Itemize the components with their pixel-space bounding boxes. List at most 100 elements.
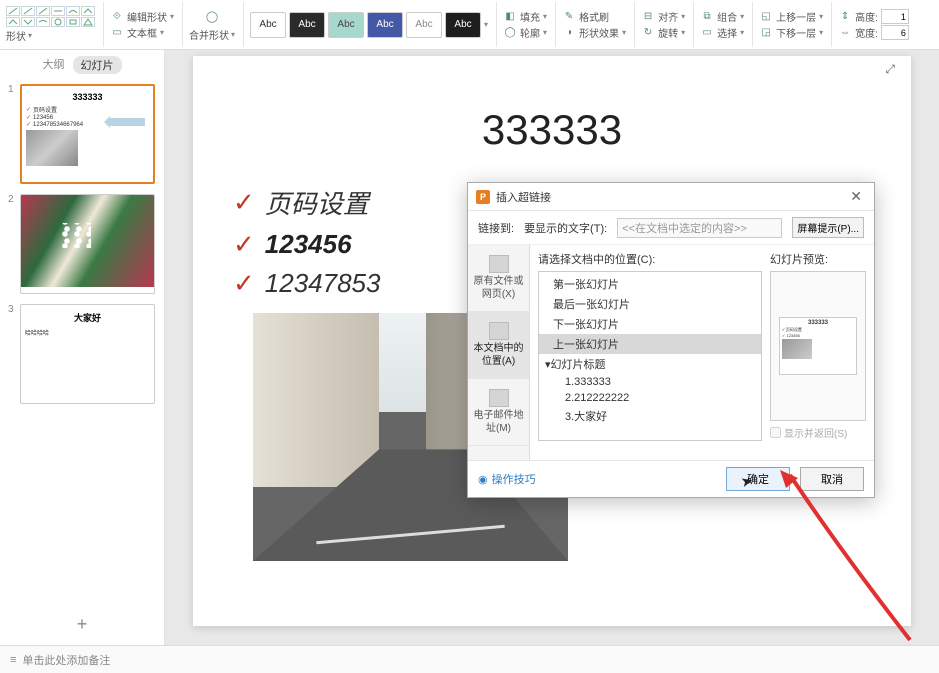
tree-title-2[interactable]: 2.212222222: [539, 390, 761, 406]
width-input[interactable]: [881, 25, 909, 40]
nav-email[interactable]: 电子邮件地址(M): [468, 379, 529, 446]
size-group: ⇕高度: ⇔宽度:: [838, 2, 917, 47]
show-return-input: [770, 427, 781, 438]
preview-box: 333333 ✓ 页码设置 ✓ 123456: [770, 271, 866, 421]
style-preset-1[interactable]: Abc: [250, 12, 286, 38]
checkmark-icon: ✓: [233, 229, 255, 260]
line-style-grid[interactable]: [6, 6, 95, 27]
bullet-text: 123456: [265, 229, 352, 260]
bullet-text: 页码设置: [265, 184, 369, 221]
add-slide-button[interactable]: +: [0, 604, 164, 645]
thumb-photo: [26, 130, 78, 166]
preview-label: 幻灯片预览:: [770, 251, 866, 267]
nav-existing-file[interactable]: 原有文件或网页(X): [468, 245, 529, 312]
text-box-button[interactable]: ▭文本框▾: [110, 25, 174, 40]
insert-hyperlink-dialog: P 插入超链接 ✕ 链接到: 要显示的文字(T): 屏幕提示(P)... 原有文…: [467, 182, 875, 498]
tree-titles-group[interactable]: ▾幻灯片标题: [539, 354, 761, 374]
style-preset-2[interactable]: Abc: [289, 12, 325, 38]
merge-shapes-button[interactable]: 合并形状▾: [189, 27, 235, 42]
document-icon: [489, 322, 509, 340]
preview-area: 幻灯片预览: 333333 ✓ 页码设置 ✓ 123456 显示并返回(S): [770, 251, 866, 454]
notes-bar[interactable]: ≡ 单击此处添加备注: [0, 645, 939, 673]
styles-more[interactable]: ▾: [484, 20, 488, 29]
style-preset-3[interactable]: Abc: [328, 12, 364, 38]
checkmark-icon: ✓: [233, 187, 255, 218]
fill-button[interactable]: ◧填充▾: [503, 9, 547, 24]
style-preset-5[interactable]: Abc: [406, 12, 442, 38]
expand-icon[interactable]: ⤢: [885, 62, 895, 77]
globe-icon: [489, 255, 509, 273]
tips-link[interactable]: ◉ 操作技巧: [478, 471, 536, 487]
height-input[interactable]: [881, 9, 909, 24]
merge-shapes-group: ◯ 合并形状▾: [189, 2, 244, 47]
rotate-button[interactable]: ↻旋转▾: [641, 25, 685, 40]
thumb-arrow-shape: [110, 118, 145, 126]
arrange-group: ⊟对齐▾ ↻旋转▾: [641, 2, 694, 47]
tree-title-1[interactable]: 1.333333: [539, 374, 761, 390]
tree-area: 请选择文档中的位置(C): 第一张幻灯片 最后一张幻灯片 下一张幻灯片 上一张幻…: [538, 251, 762, 454]
width-icon: ⇔: [838, 26, 852, 40]
notes-icon: ≡: [10, 654, 16, 666]
effects-icon: ◑: [562, 26, 576, 40]
select-button[interactable]: ▭选择▾: [700, 25, 744, 40]
fill-icon: ◧: [503, 10, 517, 24]
email-icon: [489, 389, 509, 407]
outline-icon: ◯: [503, 26, 517, 40]
thumbnail-1[interactable]: 1 333333 ✓页码设置 ✓123456 ✓123478534667964: [8, 84, 156, 184]
notes-placeholder: 单击此处添加备注: [22, 652, 110, 668]
ok-button[interactable]: 确定: [726, 467, 790, 491]
bullet-text: 12347853: [265, 268, 381, 299]
edit-shape-button[interactable]: ⟐编辑形状▾: [110, 9, 174, 24]
preview-thumbnail: 333333 ✓ 页码设置 ✓ 123456: [779, 317, 857, 375]
thumbnail-list: 1 333333 ✓页码设置 ✓123456 ✓123478534667964 …: [0, 80, 164, 604]
thumbnail-2[interactable]: 2: [8, 194, 156, 294]
place-tree[interactable]: 第一张幻灯片 最后一张幻灯片 下一张幻灯片 上一张幻灯片 ▾幻灯片标题 1.33…: [538, 271, 762, 441]
shape-styles-group: Abc Abc Abc Abc Abc Abc ▾: [250, 2, 497, 47]
rotate-icon: ↻: [641, 26, 655, 40]
shape-lines-group: 形状▾: [6, 2, 104, 47]
edit-shape-icon: ⟐: [110, 10, 124, 24]
format-painter-button[interactable]: ✎格式刷: [562, 9, 626, 24]
select-icon: ▭: [700, 26, 714, 40]
link-to-label: 链接到:: [478, 220, 514, 236]
style-preset-4[interactable]: Abc: [367, 12, 403, 38]
height-icon: ⇕: [838, 10, 852, 24]
thumb-number: 3: [8, 304, 16, 404]
side-tabs: 大纲 幻灯片: [0, 50, 164, 80]
outline-button[interactable]: ◯轮廓▾: [503, 25, 547, 40]
format-effects-group: ✎格式刷 ◑形状效果▾: [562, 2, 635, 47]
dialog-title: 插入超链接: [496, 189, 551, 205]
height-label: 高度:: [855, 9, 878, 24]
tree-next-slide[interactable]: 下一张幻灯片: [539, 314, 761, 334]
screen-tip-button[interactable]: 屏幕提示(P)...: [792, 217, 864, 238]
dialog-middle: 请选择文档中的位置(C): 第一张幻灯片 最后一张幻灯片 下一张幻灯片 上一张幻…: [530, 245, 874, 460]
shape-effects-button[interactable]: ◑形状效果▾: [562, 25, 626, 40]
tree-prev-slide[interactable]: 上一张幻灯片: [539, 334, 761, 354]
shape-label[interactable]: 形状▾: [6, 28, 95, 43]
thumbnail-3[interactable]: 3 大家好 哈哈哈哈: [8, 304, 156, 404]
nav-this-document[interactable]: 本文档中的位置(A): [468, 312, 529, 379]
outline-tab[interactable]: 大纲: [43, 56, 65, 74]
width-label: 宽度:: [855, 25, 878, 40]
checkmark-icon: ✓: [233, 268, 255, 299]
tree-title-3[interactable]: 3.大家好: [539, 406, 761, 426]
group-button[interactable]: ⧉组合▾: [700, 9, 744, 24]
dialog-titlebar[interactable]: P 插入超链接 ✕: [468, 183, 874, 211]
cancel-button[interactable]: 取消: [800, 467, 864, 491]
align-button[interactable]: ⊟对齐▾: [641, 9, 685, 24]
text-box-icon: ▭: [110, 26, 124, 40]
display-text-label: 要显示的文字(T):: [524, 220, 607, 236]
tree-last-slide[interactable]: 最后一张幻灯片: [539, 294, 761, 314]
display-text-input[interactable]: [617, 218, 782, 238]
edit-shape-group: ⟐编辑形状▾ ▭文本框▾: [110, 2, 183, 47]
style-preset-6[interactable]: Abc: [445, 12, 481, 38]
close-icon[interactable]: ✕: [846, 188, 866, 205]
send-backward-button[interactable]: ◲下移一层▾: [759, 25, 823, 40]
fill-outline-group: ◧填充▾ ◯轮廓▾: [503, 2, 556, 47]
thumb-number: 2: [8, 194, 16, 294]
tree-first-slide[interactable]: 第一张幻灯片: [539, 274, 761, 294]
thumb-title: 333333: [26, 92, 149, 102]
thumb-flower-image: [21, 195, 154, 287]
slides-tab[interactable]: 幻灯片: [73, 56, 122, 74]
bring-forward-button[interactable]: ◱上移一层▾: [759, 9, 823, 24]
